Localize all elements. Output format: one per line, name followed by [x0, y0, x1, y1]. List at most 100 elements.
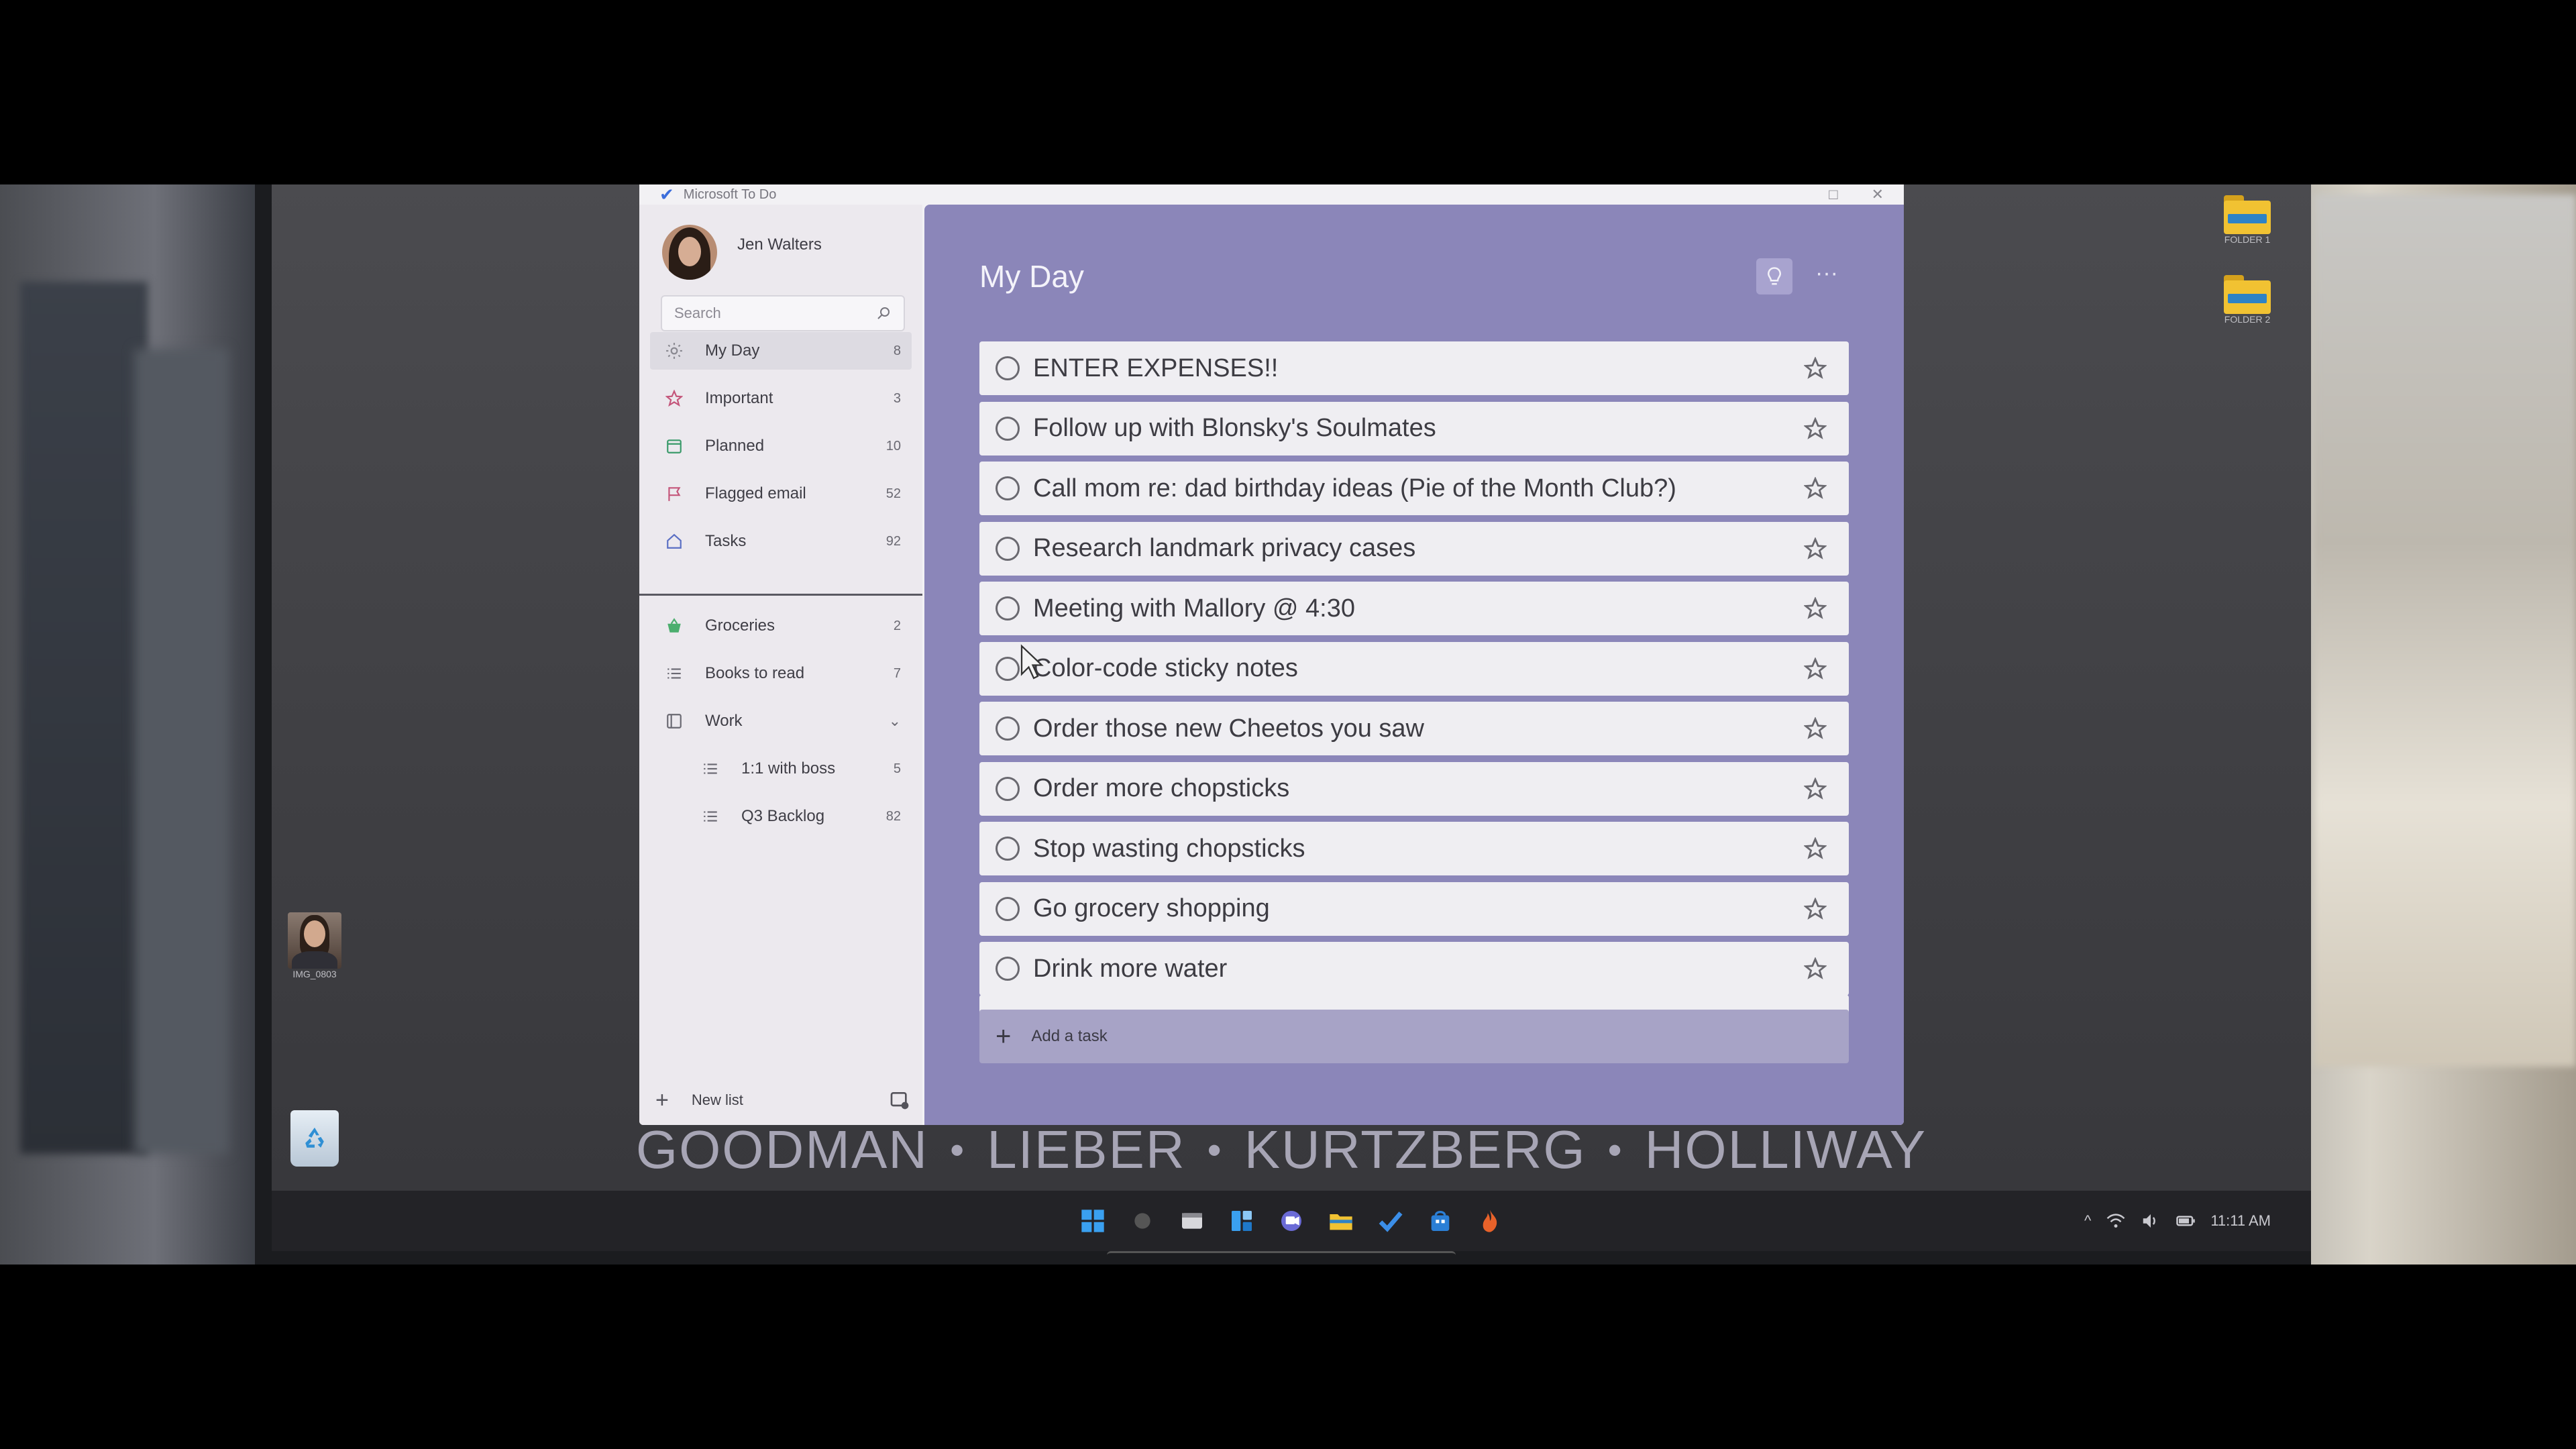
complete-checkbox[interactable] [996, 536, 1020, 561]
sidebar-item-tasks[interactable]: Tasks 92 [650, 523, 912, 560]
recycle-bin[interactable] [290, 1110, 339, 1167]
complete-checkbox[interactable] [996, 957, 1020, 981]
star-icon[interactable] [1799, 773, 1831, 805]
desktop-folder-2[interactable]: FOLDER 2 [2224, 275, 2271, 325]
avatar [662, 225, 717, 280]
star-icon[interactable] [1799, 472, 1831, 504]
folder-icon [2224, 195, 2271, 234]
folder-icon [1330, 1214, 1352, 1230]
user-profile[interactable]: Jen Walters [662, 225, 822, 280]
todo-app-button[interactable] [1375, 1205, 1407, 1237]
complete-checkbox[interactable] [996, 776, 1020, 801]
close-icon[interactable]: ✕ [1872, 186, 1884, 203]
task-row[interactable]: Call mom re: dad birthday ideas (Pie of … [979, 462, 1849, 515]
star-icon[interactable] [1799, 592, 1831, 625]
add-task-button[interactable]: + Add a task [979, 1010, 1849, 1063]
volume-icon[interactable] [2141, 1211, 2161, 1231]
complete-checkbox[interactable] [996, 896, 1020, 921]
teams-chat-button[interactable] [1275, 1205, 1307, 1237]
task-view-button[interactable] [1176, 1205, 1208, 1237]
sidebar-item-flagged-email[interactable]: Flagged email 52 [650, 475, 912, 513]
complete-checkbox[interactable] [996, 356, 1020, 380]
battery-icon[interactable] [2176, 1211, 2196, 1231]
sidebar-group-work[interactable]: Work ⌄ [650, 702, 912, 740]
home-icon [663, 531, 685, 552]
star-icon[interactable] [1799, 413, 1831, 445]
star-icon[interactable] [1799, 352, 1831, 384]
windows-icon [1081, 1210, 1104, 1232]
task-row[interactable]: Research landmark privacy cases [979, 521, 1849, 576]
star-icon[interactable] [1799, 712, 1831, 745]
sidebar-item-count: 8 [893, 343, 901, 358]
desktop-photo-file[interactable]: IMG_0803 [288, 912, 341, 979]
sidebar-item-my-day[interactable]: My Day 8 [650, 332, 912, 370]
store-button[interactable] [1424, 1205, 1456, 1237]
chevron-up-icon[interactable]: ^ [2084, 1212, 2091, 1230]
list-icon [700, 806, 721, 827]
wifi-icon[interactable] [2106, 1211, 2126, 1231]
file-explorer-button[interactable] [1325, 1205, 1357, 1237]
complete-checkbox[interactable] [996, 416, 1020, 441]
sidebar-item-count: 52 [885, 486, 901, 501]
star-icon[interactable] [1799, 893, 1831, 925]
maximize-icon[interactable]: □ [1829, 186, 1837, 203]
more-options-icon[interactable]: ··· [1810, 260, 1843, 293]
sidebar-item-label: My Day [705, 341, 760, 360]
task-title: Order more chopsticks [1033, 774, 1290, 802]
complete-checkbox[interactable] [996, 837, 1020, 861]
complete-checkbox[interactable] [996, 656, 1020, 681]
complete-checkbox[interactable] [996, 716, 1020, 741]
widgets-button[interactable] [1226, 1205, 1258, 1237]
task-row[interactable]: Order those new Cheetos you saw [979, 702, 1849, 755]
sidebar-list-1-1-with-boss[interactable]: 1:1 with boss 5 [686, 750, 912, 788]
sidebar-item-planned[interactable]: Planned 10 [650, 427, 912, 465]
search-input[interactable] [674, 305, 862, 322]
task-row[interactable]: ENTER EXPENSES!! [979, 341, 1849, 395]
task-row[interactable]: Drink more water [979, 942, 1849, 996]
clock-time[interactable]: 11:11 AM [2210, 1212, 2271, 1230]
new-list-button[interactable]: + New list [655, 1083, 910, 1117]
task-row[interactable]: Meeting with Mallory @ 4:30 [979, 582, 1849, 635]
flame-icon [1483, 1210, 1497, 1232]
recycle-bin-icon [290, 1110, 339, 1167]
sidebar-list-books-to-read[interactable]: Books to read 7 [650, 655, 912, 692]
task-title: Research landmark privacy cases [1033, 534, 1416, 562]
task-row[interactable]: Go grocery shopping [979, 881, 1849, 936]
chevron-down-icon[interactable]: ⌄ [889, 712, 901, 730]
task-row[interactable]: Stop wasting chopsticks [979, 822, 1849, 875]
task-title: Stop wasting chopsticks [1033, 834, 1305, 863]
new-group-icon[interactable] [889, 1089, 910, 1111]
sidebar-item-count: 10 [885, 438, 901, 453]
check-icon [1379, 1212, 1403, 1232]
flame-app-button[interactable] [1474, 1205, 1506, 1237]
complete-checkbox[interactable] [996, 476, 1020, 500]
task-row[interactable]: Follow up with Blonsky's Soulmates [979, 401, 1849, 455]
suggestions-button[interactable] [1756, 258, 1792, 294]
complete-checkbox[interactable] [996, 596, 1020, 621]
sidebar-list-groceries[interactable]: Groceries 2 [650, 607, 912, 645]
star-icon[interactable] [1799, 953, 1831, 985]
store-icon [1431, 1211, 1450, 1231]
sidebar-item-label: Flagged email [705, 484, 806, 502]
task-row[interactable]: Color-code sticky notes [979, 641, 1849, 696]
sidebar-item-important[interactable]: Important 3 [650, 380, 912, 417]
taskbar-search-button[interactable] [1126, 1205, 1159, 1237]
task-row[interactable]: Order more chopsticks [979, 761, 1849, 816]
star-icon[interactable] [1799, 533, 1831, 565]
new-list-label: New list [691, 1091, 743, 1108]
sidebar-list-q3-backlog[interactable]: Q3 Backlog 82 [686, 798, 912, 835]
star-icon[interactable] [1799, 833, 1831, 865]
sidebar-item-label: Books to read [705, 664, 805, 682]
start-button[interactable] [1077, 1205, 1109, 1237]
desktop-folder-1[interactable]: FOLDER 1 [2224, 195, 2271, 245]
desktop-folder-label: FOLDER 2 [2224, 314, 2271, 325]
star-icon[interactable] [1799, 653, 1831, 685]
search-box[interactable] [661, 295, 905, 331]
star-icon [663, 388, 685, 409]
sidebar: Jen Walters My Day 8 Important 3 Planned… [639, 205, 922, 1125]
search-icon[interactable] [875, 305, 892, 321]
widgets-icon [1232, 1211, 1252, 1231]
sidebar-item-count: 3 [893, 390, 901, 406]
system-tray: ^ 11:11 AM [2084, 1191, 2271, 1251]
calendar-icon [663, 435, 685, 457]
